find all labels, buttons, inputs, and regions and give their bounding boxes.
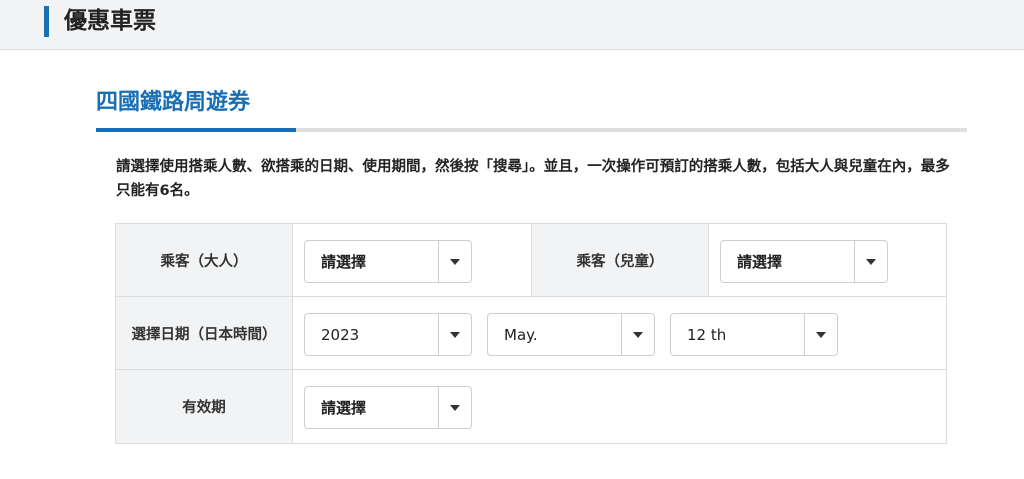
date-label: 選擇日期（日本時間） [116,297,293,369]
top-header-bar: 優惠車票 [0,0,1024,50]
validity-value: 請選擇 [321,399,367,417]
search-form-table: 乘客（大人） 請選擇 乘客（兒童） 請選擇 選擇日期（日本時間） 2023 Ma… [115,223,947,444]
instructions-text: 請選擇使用搭乘人數、欲搭乘的日期、使用期間，然後按「搜尋」。並且，一次操作可預訂… [116,159,950,199]
section-title: 四國鐵路周遊券 [96,90,251,115]
chevron-down-icon [450,331,460,338]
month-value: May. [504,325,538,344]
header-accent-bar [44,6,49,37]
chevron-down-icon [450,258,460,265]
chevron-down-icon [816,331,826,338]
day-value: 12 th [687,325,727,344]
month-select[interactable]: May. [487,313,655,356]
year-value: 2023 [321,325,360,344]
chevron-down-icon [866,258,876,265]
validity-row: 有效期 請選擇 [116,370,946,443]
child-label: 乘客（兒童） [531,224,709,296]
child-count-value: 請選擇 [737,253,783,271]
adult-label: 乘客（大人） [116,224,293,296]
date-row: 選擇日期（日本時間） 2023 May. 12 th [116,297,946,370]
year-select[interactable]: 2023 [304,313,472,356]
adult-count-select[interactable]: 請選擇 [304,240,472,283]
validity-select[interactable]: 請選擇 [304,386,472,429]
adult-count-value: 請選擇 [321,253,367,271]
passenger-row: 乘客（大人） 請選擇 乘客（兒童） 請選擇 [116,224,946,297]
validity-label: 有效期 [116,370,293,443]
chevron-down-icon [450,404,460,411]
child-count-select[interactable]: 請選擇 [720,240,888,283]
day-select[interactable]: 12 th [670,313,838,356]
chevron-down-icon [633,331,643,338]
section-divider-accent [96,128,296,132]
page-title: 優惠車票 [64,8,156,34]
